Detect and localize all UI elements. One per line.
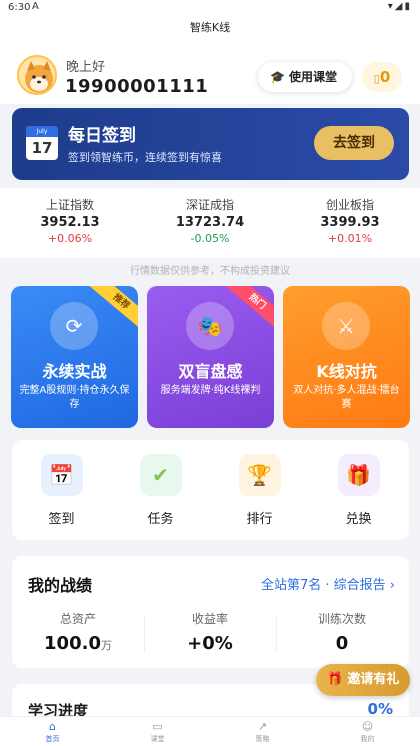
user-header: 晚上好 19900001111 🎓 使用课堂 ▯0	[0, 40, 420, 104]
mask-icon: 🎭	[186, 302, 234, 350]
mode-card-blind[interactable]: 热门 🎭 双盲盘感 服务端发牌·纯K线裸判	[147, 286, 274, 428]
signin-title: 每日签到	[68, 126, 136, 146]
mode-title: 双盲盘感	[178, 362, 243, 381]
gift-icon: 🎁	[337, 454, 380, 496]
download-icon: A	[32, 1, 39, 12]
index-name: 深证成指	[185, 198, 234, 212]
stat-unit: 万	[100, 639, 112, 652]
tab-label: 策略	[255, 735, 270, 743]
market-disclaimer: 行情数据仅供参考，不构成投资建议	[130, 266, 290, 277]
signin-subtitle: 签到领智练币，连续签到有惊喜	[68, 151, 222, 164]
trend-icon: ↗	[257, 720, 268, 733]
course-button[interactable]: 🎓 使用课堂	[258, 62, 352, 92]
index-item[interactable]: 创业板指 3399.93 +0.01%	[280, 196, 420, 245]
tab-label: 我的	[360, 735, 375, 743]
clock: 6:30	[8, 2, 31, 13]
index-name: 创业板指	[325, 198, 374, 212]
stat-return: 收益率 +0%	[144, 610, 276, 654]
system-icons: ▾◢▮	[387, 1, 412, 12]
invite-label: 邀请有礼	[347, 672, 400, 687]
quick-actions: 📅 签到 ✔ 任务 🏆 排行 🎁 兑换	[12, 440, 409, 540]
quick-ranking[interactable]: 🏆 排行	[210, 454, 309, 527]
app-title: 智练K线	[0, 16, 420, 40]
tab-label: 课堂	[150, 735, 165, 743]
quick-label: 任务	[147, 512, 174, 527]
index-item[interactable]: 上证指数 3952.13 +0.06%	[0, 196, 140, 245]
quick-signin[interactable]: 📅 签到	[12, 454, 111, 527]
mode-title: K线对抗	[316, 362, 377, 381]
mode-desc: 完整A股规则·持仓永久保存	[19, 385, 130, 410]
quick-exchange[interactable]: 🎁 兑换	[309, 454, 408, 527]
stat-sessions: 训练次数 0	[276, 610, 408, 654]
trophy-icon: 🏆	[238, 454, 281, 496]
index-change: +0.01%	[327, 232, 373, 245]
bottom-tab-bar: ⌂ 首页 ▭ 课堂 ↗ 策略 ☺ 我的	[0, 716, 420, 746]
stat-value: 100.0	[44, 633, 101, 654]
stat-label: 收益率	[191, 612, 228, 626]
record-title: 我的战绩	[28, 576, 93, 595]
stat-assets: 总资产 100.0万	[12, 610, 144, 654]
graduation-cap-icon: 🎓	[270, 70, 285, 84]
index-name: 上证指数	[45, 198, 94, 212]
index-change: +0.06%	[47, 232, 93, 245]
user-phone: 19900001111	[65, 76, 209, 97]
calendar-icon: 📅	[40, 454, 83, 496]
quick-label: 排行	[246, 512, 273, 527]
my-record-card: 我的战绩 全站第7名 · 综合报告 › 总资产 100.0万 收益率 +0% 训…	[12, 556, 409, 668]
calendar-day: 17	[31, 139, 53, 157]
tab-strategy[interactable]: ↗ 策略	[210, 720, 315, 744]
calendar-icon: July 17	[26, 126, 58, 160]
tab-label: 首页	[45, 735, 60, 743]
tab-mine[interactable]: ☺ 我的	[315, 720, 420, 744]
index-value: 3952.13	[40, 215, 100, 230]
stat-value: 0	[335, 633, 349, 654]
mode-desc: 服务端发牌·纯K线裸判	[160, 385, 261, 396]
refresh-icon: ⟳	[50, 302, 98, 350]
daily-signin-card: July 17 每日签到 签到领智练币，连续签到有惊喜 去签到	[12, 108, 409, 180]
stat-label: 总资产	[59, 612, 96, 626]
greeting: 晚上好	[66, 60, 106, 75]
user-icon: ☺	[361, 720, 374, 733]
report-link[interactable]: 全站第7名 · 综合报告 ›	[261, 574, 395, 593]
mode-desc: 双人对抗·多人混战·擂台赛	[293, 385, 400, 410]
mode-card-perpetual[interactable]: 推荐 ⟳ 永续实战 完整A股规则·持仓永久保存	[11, 286, 138, 428]
tab-home[interactable]: ⌂ 首页	[0, 720, 105, 744]
course-button-label: 使用课堂	[288, 70, 337, 84]
status-bar: 6:30 A ▾◢▮	[0, 0, 420, 16]
coin-balance[interactable]: ▯0	[362, 62, 402, 92]
home-icon: ⌂	[49, 720, 56, 733]
avatar[interactable]	[17, 55, 57, 95]
mode-card-battle[interactable]: ⚔ K线对抗 双人对抗·多人混战·擂台赛	[283, 286, 410, 428]
index-value: 13723.74	[175, 215, 245, 230]
mode-title: 永续实战	[42, 362, 107, 381]
invite-button[interactable]: 🎁 邀请有礼	[316, 664, 410, 696]
crossed-swords-icon: ⚔	[322, 302, 370, 350]
quick-label: 签到	[48, 512, 75, 527]
quick-label: 兑换	[345, 512, 372, 527]
quick-tasks[interactable]: ✔ 任务	[111, 454, 210, 527]
stat-value: +0%	[187, 633, 233, 654]
index-value: 3399.93	[320, 215, 380, 230]
check-icon: ✔	[139, 454, 182, 496]
tab-classroom[interactable]: ▭ 课堂	[105, 720, 210, 744]
index-change: -0.05%	[190, 232, 230, 245]
book-icon: ▭	[152, 720, 163, 733]
gift-icon: 🎁	[326, 672, 343, 687]
coin-count: 0	[379, 68, 391, 86]
signin-button[interactable]: 去签到	[314, 126, 394, 160]
index-item[interactable]: 深证成指 13723.74 -0.05%	[140, 196, 280, 245]
market-indices: 上证指数 3952.13 +0.06% 深证成指 13723.74 -0.05%…	[0, 188, 420, 258]
calendar-month: July	[26, 126, 58, 137]
stat-label: 训练次数	[317, 612, 366, 626]
